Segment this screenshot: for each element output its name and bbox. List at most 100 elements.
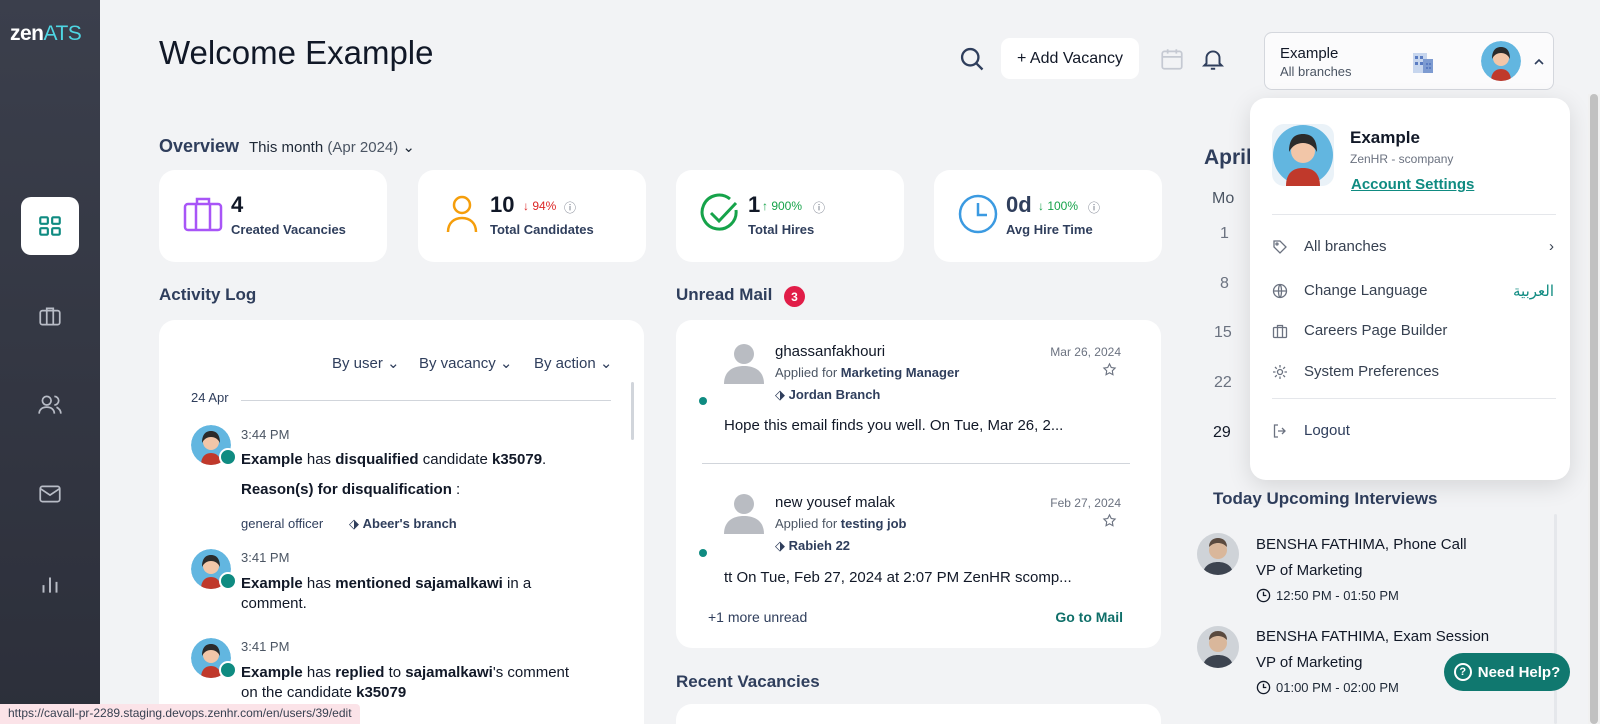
- activity-log-title: Activity Log: [159, 285, 257, 304]
- go-to-mail-link[interactable]: Go to Mail: [1055, 609, 1123, 625]
- chevron-down-icon: ⌄: [499, 355, 513, 372]
- dropdown-user-name: Example: [1350, 128, 1420, 147]
- mail-sender[interactable]: ghassanfakhouri: [775, 343, 885, 360]
- chevron-right-icon: ›: [1549, 238, 1554, 255]
- help-icon: ?: [1453, 663, 1472, 681]
- stat-card-hires[interactable]: 1 ↑ 900% ⓘ Total Hires: [676, 170, 904, 262]
- reason-tag: general officer: [241, 516, 324, 531]
- calendar-day[interactable]: 8: [1220, 275, 1229, 293]
- nav-dashboard[interactable]: [21, 197, 79, 255]
- user-badge-icon: [219, 448, 237, 466]
- briefcase-icon: [183, 197, 223, 232]
- dropdown-org: ZenHR - scompany: [1350, 152, 1454, 166]
- more-unread-link[interactable]: +1 more unread: [708, 609, 807, 625]
- logout-icon: [1273, 424, 1286, 438]
- building-icon: [1413, 53, 1433, 73]
- check-circle-icon: [700, 193, 738, 231]
- interview-title[interactable]: BENSHA FATHIMA, Exam Session: [1256, 628, 1489, 645]
- need-help-button[interactable]: ? Need Help?: [1444, 653, 1570, 691]
- recent-vacancies-title: Recent Vacancies: [676, 672, 820, 691]
- star-icon[interactable]: [1102, 362, 1117, 377]
- candidate-avatar[interactable]: [1197, 626, 1239, 668]
- clock-icon: [1256, 588, 1271, 603]
- user-dropdown-menu: Example ZenHR - scompany Account Setting…: [1250, 98, 1570, 480]
- menu-item-change-language[interactable]: Change Language العربية: [1272, 280, 1556, 304]
- nav-reports[interactable]: [21, 555, 79, 613]
- avatar-placeholder-icon: [724, 494, 764, 534]
- clock-icon: [1256, 680, 1271, 695]
- menu-item-system-preferences[interactable]: System Preferences: [1272, 361, 1556, 385]
- nav-vacancies[interactable]: [21, 287, 79, 345]
- overview-title: Overview: [159, 136, 240, 156]
- calendar-day[interactable]: 29: [1213, 424, 1231, 442]
- user-menu-toggle[interactable]: Example All branches: [1264, 32, 1554, 90]
- add-vacancy-button[interactable]: + Add Vacancy: [1001, 38, 1139, 79]
- mail-preview[interactable]: tt On Tue, Feb 27, 2024 at 2:07 PM ZenHR…: [724, 569, 1072, 586]
- clock-icon: [958, 194, 998, 234]
- divider: [702, 463, 1130, 464]
- unread-count-badge: 3: [784, 286, 805, 307]
- account-settings-link[interactable]: Account Settings: [1351, 176, 1474, 193]
- divider: [1272, 398, 1556, 399]
- app-logo[interactable]: zenATS: [10, 22, 82, 46]
- filter-by-action[interactable]: By action ⌄: [534, 354, 612, 372]
- filter-by-user[interactable]: By user ⌄: [332, 354, 400, 372]
- branch-tag: ⬗ Abeer's branch: [349, 516, 457, 531]
- gear-icon: [1273, 365, 1287, 379]
- activity-text: Example has replied to sajamalkawi's com…: [241, 664, 570, 701]
- sidebar: zenATS: [0, 0, 100, 724]
- avatar: [1272, 124, 1334, 186]
- user-branch: All branches: [1280, 64, 1352, 79]
- overview-range-select[interactable]: This month (Apr 2024) ⌄: [249, 138, 415, 156]
- divider: [241, 400, 611, 401]
- calendar-day[interactable]: 1: [1220, 225, 1229, 243]
- interview-title[interactable]: BENSHA FATHIMA, Phone Call: [1256, 536, 1467, 553]
- disqualification-reason: Reason(s) for disqualification :: [241, 481, 461, 498]
- tag-icon: ⬗: [349, 516, 359, 531]
- calendar-day[interactable]: 22: [1214, 374, 1232, 392]
- star-icon[interactable]: [1102, 513, 1117, 528]
- mail-icon: [39, 485, 61, 503]
- chart-icon: [42, 577, 58, 593]
- tag-icon: ⬗: [775, 387, 785, 402]
- calendar-icon[interactable]: [1159, 46, 1185, 72]
- stat-card-candidates[interactable]: 10 ↓ 94% ⓘ Total Candidates: [418, 170, 646, 262]
- recent-vacancies-card: [676, 704, 1161, 724]
- menu-item-all-branches[interactable]: All branches ›: [1272, 236, 1556, 260]
- info-icon: ⓘ: [564, 201, 577, 215]
- stat-card-vacancies[interactable]: 4 Created Vacancies: [159, 170, 387, 262]
- mail-sender[interactable]: new yousef malak: [775, 494, 895, 511]
- avatar-placeholder-icon: [724, 344, 764, 384]
- nav-mail[interactable]: [21, 465, 79, 523]
- unread-mail-card: ghassanfakhouri Mar 26, 2024 Applied for…: [676, 320, 1161, 648]
- users-icon: [38, 395, 62, 414]
- chevron-down-icon: ⌄: [402, 139, 415, 156]
- activity-scrollbar[interactable]: [631, 382, 634, 440]
- page-scrollbar-thumb[interactable]: [1590, 94, 1598, 724]
- user-name: Example: [1280, 45, 1339, 62]
- chevron-down-icon: ⌄: [599, 355, 613, 372]
- nav-candidates[interactable]: [21, 376, 79, 434]
- chevron-down-icon: ⌄: [387, 355, 400, 372]
- unread-dot: [699, 397, 707, 405]
- mail-preview[interactable]: Hope this email finds you well. On Tue, …: [724, 417, 1063, 434]
- candidate-avatar[interactable]: [1197, 533, 1239, 575]
- page-scrollbar[interactable]: [1588, 94, 1600, 724]
- avatar: [1481, 41, 1521, 81]
- info-icon: ⓘ: [1088, 201, 1101, 215]
- menu-item-logout[interactable]: Logout: [1272, 420, 1556, 444]
- bell-icon[interactable]: [1200, 46, 1226, 72]
- divider: [1272, 214, 1556, 215]
- menu-item-careers-page-builder[interactable]: Careers Page Builder: [1272, 320, 1556, 344]
- status-url: https://cavall-pr-2289.staging.devops.ze…: [0, 704, 360, 724]
- mention-badge-icon: [219, 572, 237, 590]
- stat-card-avg-hire[interactable]: 0d ↓ 100% ⓘ Avg Hire Time: [934, 170, 1162, 262]
- search-icon[interactable]: [958, 45, 986, 73]
- chevron-up-icon: [1534, 58, 1544, 65]
- calendar-month: April: [1204, 146, 1252, 169]
- tag-icon: ⬗: [775, 538, 785, 553]
- calendar-day[interactable]: 15: [1214, 324, 1232, 342]
- briefcase-icon: [1272, 324, 1288, 339]
- filter-by-vacancy[interactable]: By vacancy ⌄: [419, 354, 512, 372]
- interviews-scrollbar[interactable]: [1554, 514, 1557, 724]
